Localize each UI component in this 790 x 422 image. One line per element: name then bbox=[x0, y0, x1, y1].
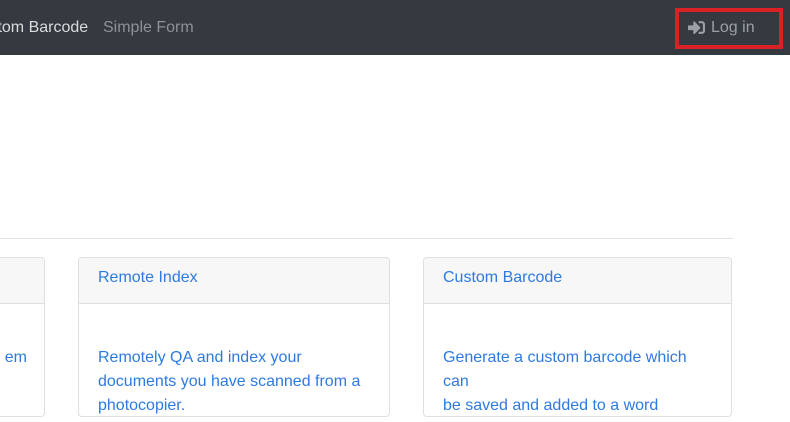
section-divider bbox=[0, 238, 733, 239]
card-custom-barcode-body-link[interactable]: Generate a custom barcode which can be s… bbox=[443, 349, 687, 422]
card-partial-header bbox=[0, 258, 44, 304]
sign-in-icon bbox=[688, 19, 705, 36]
card-remote-index: Remote Index Remotely QA and index your … bbox=[78, 257, 390, 417]
page: Custom Barcode Simple Form Log in em Rem… bbox=[0, 0, 790, 422]
navbar: Custom Barcode Simple Form Log in bbox=[0, 0, 790, 55]
login-label: Log in bbox=[711, 19, 755, 37]
card-partial-body-link[interactable]: em bbox=[5, 349, 27, 366]
login-link[interactable]: Log in bbox=[688, 0, 755, 55]
card-remote-index-header: Remote Index bbox=[79, 258, 389, 304]
card-remote-index-body: Remotely QA and index your documents you… bbox=[79, 304, 389, 418]
card-remote-index-title-link[interactable]: Remote Index bbox=[98, 269, 198, 286]
card-custom-barcode-body: Generate a custom barcode which can be s… bbox=[424, 304, 731, 422]
card-custom-barcode: Custom Barcode Generate a custom barcode… bbox=[423, 257, 732, 417]
card-remote-index-body-link[interactable]: Remotely QA and index your documents you… bbox=[98, 349, 360, 414]
card-partial-body: em bbox=[0, 304, 44, 370]
nav-item-custom-barcode[interactable]: Custom Barcode bbox=[0, 0, 88, 55]
card-partial: em bbox=[0, 257, 45, 417]
card-custom-barcode-title-link[interactable]: Custom Barcode bbox=[443, 269, 562, 286]
card-custom-barcode-header: Custom Barcode bbox=[424, 258, 731, 304]
nav-item-simple-form[interactable]: Simple Form bbox=[103, 0, 194, 55]
